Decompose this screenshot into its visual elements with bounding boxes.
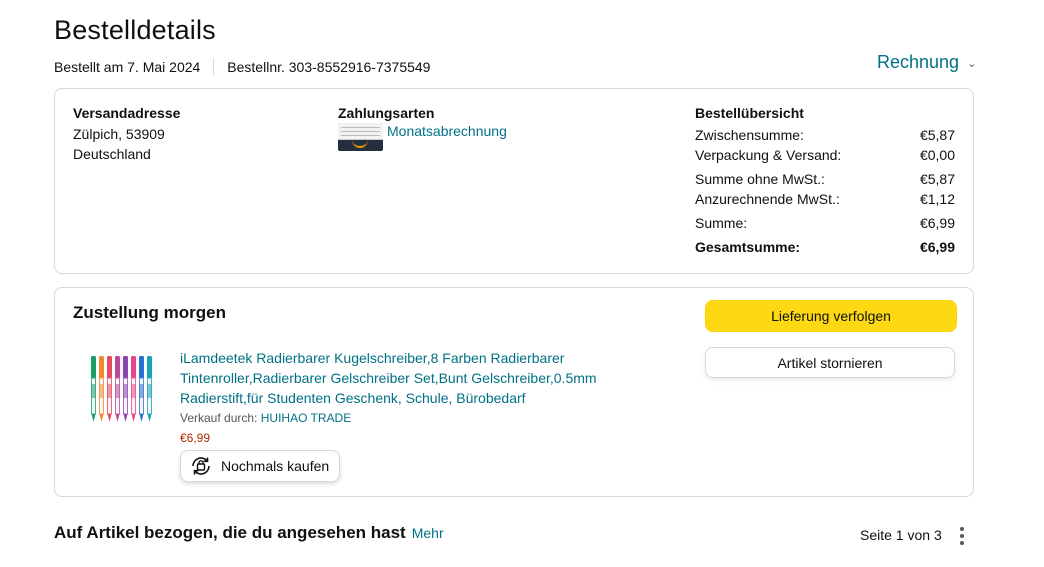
summary-row-total: Gesamtsumme: €6,99: [695, 239, 955, 255]
summary-row-sum: Summe: €6,99: [695, 215, 955, 231]
chevron-down-icon: ⌄: [967, 58, 977, 70]
recommendations-header: Auf Artikel bezogen, die du angesehen ha…: [54, 523, 444, 543]
invoice-dropdown[interactable]: Rechnung ⌄: [877, 52, 976, 73]
more-options-icon[interactable]: [955, 527, 969, 549]
product-image[interactable]: [85, 354, 157, 426]
order-details-card: Versandadresse Zülpich, 53909 Deutschlan…: [54, 88, 974, 274]
summary-row-net: Summe ohne MwSt.: €5,87: [695, 171, 955, 187]
page-title: Bestelldetails: [54, 15, 216, 45]
pen-7: [139, 356, 144, 422]
amazon-card-icon: [338, 123, 383, 151]
buy-again-icon: [192, 457, 210, 475]
summary-row-subtotal: Zwischensumme: €5,87: [695, 127, 955, 143]
address-line-2: Deutschland: [73, 146, 151, 162]
delivery-status: Zustellung morgen: [73, 303, 226, 322]
pen-4: [115, 356, 120, 422]
divider: [213, 58, 215, 76]
order-date: Bestellt am 7. Mai 2024: [54, 59, 201, 75]
pen-3: [107, 356, 112, 422]
invoice-label: Rechnung: [877, 52, 960, 72]
seller-link[interactable]: HUIHAO TRADE: [261, 411, 351, 425]
pagination-status: Seite 1 von 3: [860, 527, 942, 543]
summary-heading: Bestellübersicht: [695, 105, 804, 121]
buy-again-label: Nochmals kaufen: [221, 458, 330, 474]
product-info: iLamdeetek Radierbarer Kugelschreiber,8 …: [180, 348, 630, 482]
product-title-link[interactable]: iLamdeetek Radierbarer Kugelschreiber,8 …: [180, 348, 630, 408]
pen-2: [99, 356, 104, 422]
delivery-card: Zustellung morgen iLamdeetek Radierbarer…: [54, 287, 974, 497]
payment-method-link[interactable]: Monatsabrechnung: [387, 121, 507, 141]
order-summary: Bestellübersicht Zwischensumme: €5,87 Ver…: [695, 105, 955, 257]
pen-6: [131, 356, 136, 422]
address-line-1: Zülpich, 53909: [73, 126, 165, 142]
recommendations-heading: Auf Artikel bezogen, die du angesehen ha…: [54, 523, 406, 542]
payment-methods: Zahlungsarten Monatsabrechnung: [338, 105, 507, 151]
buy-again-button[interactable]: Nochmals kaufen: [180, 450, 341, 482]
product-price: €6,99: [180, 431, 211, 445]
pen-1: [91, 356, 96, 422]
shipping-heading: Versandadresse: [73, 105, 181, 121]
pen-5: [123, 356, 128, 422]
order-meta: Bestellt am 7. Mai 2024 Bestellnr. 303-8…: [54, 58, 430, 76]
track-delivery-button[interactable]: Lieferung verfolgen: [705, 300, 957, 332]
cancel-item-button[interactable]: Artikel stornieren: [705, 347, 955, 378]
shipping-address: Versandadresse Zülpich, 53909 Deutschlan…: [73, 105, 180, 164]
pen-8: [147, 356, 152, 422]
summary-row-vat: Anzurechnende MwSt.: €1,12: [695, 191, 955, 207]
more-link[interactable]: Mehr: [412, 525, 444, 541]
seller-info: Verkauf durch: HUIHAO TRADE: [180, 410, 630, 426]
sold-by-label: Verkauf durch:: [180, 411, 258, 425]
order-number: Bestellnr. 303-8552916-7375549: [227, 59, 431, 75]
payment-heading: Zahlungsarten: [338, 105, 435, 121]
summary-row-shipping: Verpackung & Versand: €0,00: [695, 147, 955, 163]
